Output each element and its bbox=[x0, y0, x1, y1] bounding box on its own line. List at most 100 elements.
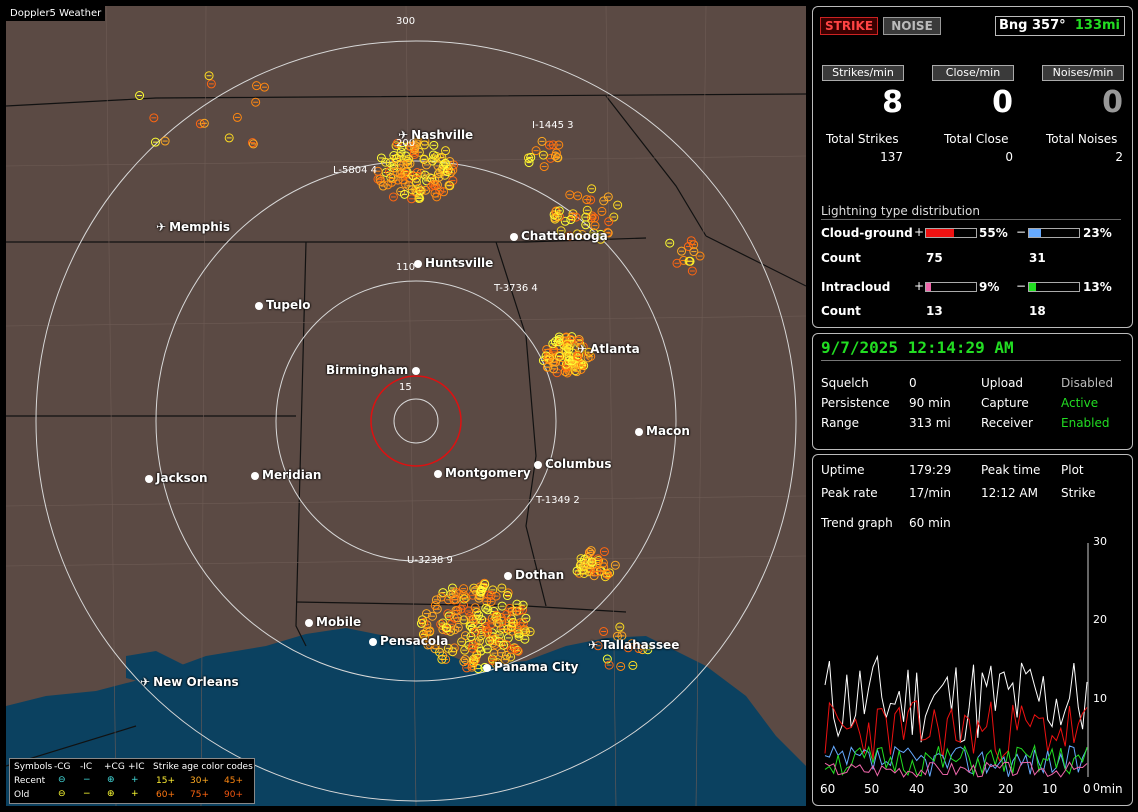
ic-count-label: Count bbox=[821, 304, 861, 318]
age-code: 30+ bbox=[190, 776, 209, 786]
airport-icon: ✈ bbox=[156, 220, 167, 234]
legend-col: -IC bbox=[80, 762, 93, 772]
status-panel: STRIKE NOISE Bng 357° 133mi Strikes/min … bbox=[812, 6, 1133, 328]
noise-button[interactable]: NOISE bbox=[883, 17, 941, 35]
airport-icon: ✈ bbox=[577, 342, 588, 356]
legend-symbols-label: Symbols bbox=[14, 762, 53, 772]
cg-positive-fill bbox=[926, 229, 954, 237]
cg-positive-bar bbox=[925, 228, 977, 238]
city-huntsville: Huntsville bbox=[414, 256, 493, 270]
peak-rate-value: 17/min bbox=[909, 486, 951, 500]
total-close-value: 0 bbox=[1005, 150, 1013, 164]
peak-rate-label: Peak rate bbox=[821, 486, 878, 500]
neg-cg-symbol-icon: ⊖ bbox=[58, 789, 66, 799]
datetime-display: 9/7/2025 12:14:29 AM bbox=[821, 338, 1014, 357]
pos-cg-symbol-icon: ⊕ bbox=[107, 775, 115, 785]
symbol-legend: Symbols -CG -IC +CG +IC Strike age color… bbox=[9, 758, 255, 804]
ic-negative-count: 18 bbox=[1029, 304, 1046, 318]
city-marker-icon bbox=[145, 475, 153, 483]
total-strikes-value: 137 bbox=[880, 150, 903, 164]
neg-ic-symbol-icon: − bbox=[83, 775, 91, 785]
city-marker-icon bbox=[504, 572, 512, 580]
city-tallahassee: ✈ Tallahassee bbox=[588, 638, 680, 652]
range-label-300: 300 bbox=[396, 16, 416, 27]
bearing-readout: Bng 357° 133mi bbox=[995, 16, 1125, 36]
ic-positive-count: 13 bbox=[926, 304, 943, 318]
age-code: 15+ bbox=[156, 776, 175, 786]
city-birmingham: Birmingham bbox=[326, 363, 421, 377]
city-marker-icon bbox=[414, 260, 422, 268]
minus-sign: − bbox=[1016, 279, 1027, 293]
x-tick: 60 bbox=[820, 782, 836, 796]
total-strikes-label: Total Strikes bbox=[826, 132, 899, 146]
legend-col: -CG bbox=[54, 762, 71, 772]
pos-ic-symbol-icon: + bbox=[131, 789, 139, 799]
legend-row-label: Old bbox=[14, 790, 30, 800]
y-tick: 0 bbox=[1093, 781, 1100, 794]
total-noises-value: 2 bbox=[1115, 150, 1123, 164]
city-macon: Macon bbox=[635, 424, 690, 438]
city-new-orleans: ✈ New Orleans bbox=[140, 675, 239, 689]
upload-value[interactable]: Disabled bbox=[1061, 376, 1113, 390]
age-code: 45+ bbox=[224, 776, 243, 786]
ic-positive-fill bbox=[926, 283, 931, 291]
cg-negative-count: 31 bbox=[1029, 251, 1046, 265]
ic-negative-percent: 13% bbox=[1083, 280, 1112, 294]
capture-label: Capture bbox=[981, 396, 1029, 410]
bearing-distance: 133mi bbox=[1074, 18, 1120, 33]
cg-count-label: Count bbox=[821, 251, 861, 265]
legend-age-title: Strike age color codes bbox=[153, 762, 253, 772]
close-range-ring bbox=[370, 375, 462, 467]
city-marker-icon bbox=[255, 302, 263, 310]
y-tick: 30 bbox=[1093, 535, 1107, 548]
strikes-per-min-header: Strikes/min bbox=[822, 65, 904, 81]
x-tick: 30 bbox=[953, 782, 969, 796]
squelch-value[interactable]: 0 bbox=[909, 376, 917, 390]
city-memphis: ✈ Memphis bbox=[156, 220, 231, 234]
receiver-value[interactable]: Enabled bbox=[1061, 416, 1110, 430]
city-marker-icon bbox=[510, 233, 518, 241]
trend-graph-span[interactable]: 60 min bbox=[909, 516, 951, 530]
y-tick: 20 bbox=[1093, 613, 1107, 626]
cg-negative-bar bbox=[1028, 228, 1080, 238]
noises-per-min-value: 0 bbox=[1102, 85, 1123, 120]
trend-panel: Uptime 179:29 Peak time Plot Peak rate 1… bbox=[812, 454, 1133, 806]
storm-tag[interactable]: L-5804 4 bbox=[333, 165, 377, 176]
x-tick: 50 bbox=[864, 782, 880, 796]
bearing-value: Bng 357° bbox=[999, 18, 1066, 33]
city-tupelo: Tupelo bbox=[255, 298, 311, 312]
city-mobile: Mobile bbox=[305, 615, 361, 629]
ic-negative-fill bbox=[1029, 283, 1036, 291]
lightning-map[interactable]: Doppler5 Weather 300 200 110 15 ✈ Nashvil… bbox=[6, 6, 806, 806]
storm-tag[interactable]: I-1445 3 bbox=[532, 120, 574, 131]
settings-panel: 9/7/2025 12:14:29 AM Squelch 0 Upload Di… bbox=[812, 333, 1133, 450]
trend-series-line bbox=[824, 761, 1088, 778]
city-pensacola: Pensacola bbox=[369, 634, 448, 648]
airport-icon: ✈ bbox=[588, 638, 599, 652]
city-nashville: ✈ Nashville bbox=[398, 128, 474, 142]
storm-tag[interactable]: T-1349 2 bbox=[536, 495, 580, 506]
age-code: 75+ bbox=[190, 790, 209, 800]
noises-per-min-header: Noises/min bbox=[1042, 65, 1124, 81]
airport-icon: ✈ bbox=[398, 128, 409, 142]
storm-tag[interactable]: T-3736 4 bbox=[494, 283, 538, 294]
strike-button[interactable]: STRIKE bbox=[820, 17, 878, 35]
city-marker-icon bbox=[369, 638, 377, 646]
app-title: Doppler5 Weather bbox=[6, 6, 106, 21]
pos-cg-symbol-icon: ⊕ bbox=[107, 789, 115, 799]
x-tick: 40 bbox=[909, 782, 925, 796]
x-tick: 0 bbox=[1083, 782, 1091, 796]
capture-value[interactable]: Active bbox=[1061, 396, 1098, 410]
persistence-value[interactable]: 90 min bbox=[909, 396, 951, 410]
range-value[interactable]: 313 mi bbox=[909, 416, 951, 430]
total-noises-label: Total Noises bbox=[1046, 132, 1118, 146]
x-tick: 20 bbox=[998, 782, 1014, 796]
ic-positive-percent: 9% bbox=[979, 280, 1000, 294]
city-atlanta: ✈ Atlanta bbox=[577, 342, 640, 356]
intracloud-label: Intracloud bbox=[821, 280, 891, 294]
storm-tag[interactable]: U-3238 9 bbox=[407, 555, 453, 566]
plot-value[interactable]: Strike bbox=[1061, 486, 1096, 500]
trend-graph-label: Trend graph bbox=[821, 516, 893, 530]
cloud-ground-label: Cloud-ground bbox=[821, 226, 913, 240]
minus-sign: − bbox=[1016, 225, 1027, 239]
